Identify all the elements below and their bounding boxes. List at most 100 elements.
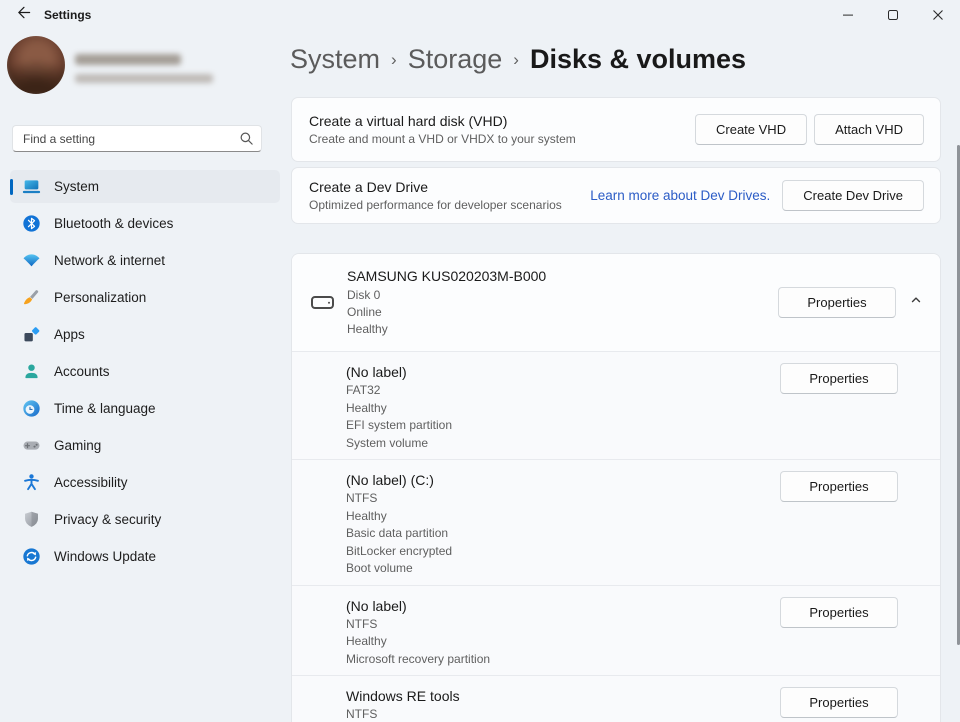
volume-detail-line: Healthy — [346, 400, 452, 418]
volume-name: (No label) (C:) — [346, 471, 452, 489]
bluetooth-icon — [22, 214, 41, 233]
volume-name: (No label) — [346, 597, 490, 615]
back-arrow-icon — [16, 5, 31, 25]
volume-detail-line: Healthy — [346, 508, 452, 526]
sidebar-item-system[interactable]: System — [10, 170, 280, 203]
volume-name: (No label) — [346, 363, 452, 381]
sidebar-nav: System Bluetooth & devices Network & int… — [0, 170, 290, 577]
sidebar-item-bluetooth-devices[interactable]: Bluetooth & devices — [10, 207, 280, 240]
accounts-icon — [22, 362, 41, 381]
privacy-icon — [22, 510, 41, 529]
volume-detail-line: NTFS — [346, 616, 490, 634]
vhd-card-subtitle: Create and mount a VHD or VHDX to your s… — [309, 132, 576, 146]
search-box — [12, 125, 262, 152]
disk-drive-icon — [311, 296, 334, 309]
sidebar-item-apps[interactable]: Apps — [10, 318, 280, 351]
sidebar-item-label: Time & language — [54, 401, 156, 416]
time-language-icon — [22, 399, 41, 418]
system-icon — [22, 177, 41, 196]
disk-name: SAMSUNG KUS020203M-B000 — [347, 268, 546, 284]
sidebar-item-label: System — [54, 179, 99, 194]
maximize-icon — [888, 10, 898, 20]
breadcrumb-separator: › — [502, 50, 530, 70]
sidebar-item-label: Accessibility — [54, 475, 128, 490]
create-vhd-button[interactable]: Create VHD — [695, 114, 807, 145]
profile-name-blurred — [75, 54, 181, 65]
breadcrumb: System›Storage›Disks & volumes — [290, 44, 746, 75]
search-input[interactable] — [12, 125, 262, 152]
disk-properties-button[interactable]: Properties — [778, 287, 896, 318]
volume-detail-line: Boot volume — [346, 560, 452, 578]
titlebar: Settings — [0, 0, 960, 30]
sidebar-item-privacy-security[interactable]: Privacy & security — [10, 503, 280, 536]
sidebar-item-accessibility[interactable]: Accessibility — [10, 466, 280, 499]
sidebar-item-label: Accounts — [54, 364, 110, 379]
disk-detail-line: Disk 0 — [347, 287, 546, 304]
breadcrumb-separator: › — [380, 50, 408, 70]
collapse-button[interactable] — [902, 289, 930, 317]
network-icon — [22, 251, 41, 270]
sidebar-item-label: Apps — [54, 327, 85, 342]
disk-header-row: SAMSUNG KUS020203M-B000 Disk 0OnlineHeal… — [292, 254, 940, 351]
sidebar-item-gaming[interactable]: Gaming — [10, 429, 280, 462]
chevron-up-icon — [909, 293, 923, 312]
dev-drive-card-title: Create a Dev Drive — [309, 179, 562, 195]
sidebar-item-network-internet[interactable]: Network & internet — [10, 244, 280, 277]
dev-drive-learn-more-link[interactable]: Learn more about Dev Drives. — [590, 188, 770, 203]
volume-details: NTFSHealthyBasic data partitionBitLocker… — [346, 490, 452, 578]
volume-row: Windows RE tools NTFSHealthy Properties — [292, 675, 940, 722]
sidebar-item-accounts[interactable]: Accounts — [10, 355, 280, 388]
personalization-icon — [22, 288, 41, 307]
disk-details: Disk 0OnlineHealthy — [347, 287, 546, 338]
sidebar: System Bluetooth & devices Network & int… — [0, 30, 290, 722]
volume-detail-line: Basic data partition — [346, 525, 452, 543]
sidebar-item-label: Personalization — [54, 290, 146, 305]
dev-drive-card-subtitle: Optimized performance for developer scen… — [309, 198, 562, 212]
app-title: Settings — [44, 8, 91, 22]
breadcrumb-storage[interactable]: Storage — [408, 44, 503, 75]
maximize-button[interactable] — [870, 0, 915, 30]
back-button[interactable] — [8, 3, 38, 27]
vhd-card-title: Create a virtual hard disk (VHD) — [309, 113, 576, 129]
create-dev-drive-button[interactable]: Create Dev Drive — [782, 180, 924, 211]
minimize-button[interactable] — [825, 0, 870, 30]
volume-detail-line: NTFS — [346, 490, 452, 508]
breadcrumb-system[interactable]: System — [290, 44, 380, 75]
gaming-icon — [22, 436, 41, 455]
volume-details: NTFSHealthyMicrosoft recovery partition — [346, 616, 490, 669]
volume-detail-line: BitLocker encrypted — [346, 543, 452, 561]
accessibility-icon — [22, 473, 41, 492]
volume-properties-button[interactable]: Properties — [780, 471, 898, 502]
sidebar-item-label: Gaming — [54, 438, 101, 453]
volume-detail-line: FAT32 — [346, 382, 452, 400]
page-title: Disks & volumes — [530, 44, 746, 75]
search-icon[interactable] — [239, 131, 254, 151]
volume-details: FAT32HealthyEFI system partitionSystem v… — [346, 382, 452, 452]
disk-detail-line: Online — [347, 304, 546, 321]
sidebar-item-windows-update[interactable]: Windows Update — [10, 540, 280, 573]
sidebar-item-label: Privacy & security — [54, 512, 161, 527]
sidebar-item-time-language[interactable]: Time & language — [10, 392, 280, 425]
volume-properties-button[interactable]: Properties — [780, 687, 898, 718]
profile-email-blurred — [75, 74, 213, 83]
volume-properties-button[interactable]: Properties — [780, 363, 898, 394]
vertical-scrollbar[interactable] — [957, 145, 960, 645]
dev-drive-card: Create a Dev Drive Optimized performance… — [291, 167, 941, 224]
volume-detail-line: Microsoft recovery partition — [346, 651, 490, 669]
sidebar-item-label: Bluetooth & devices — [54, 216, 173, 231]
attach-vhd-button[interactable]: Attach VHD — [814, 114, 924, 145]
sidebar-item-personalization[interactable]: Personalization — [10, 281, 280, 314]
close-button[interactable] — [915, 0, 960, 30]
disk-detail-line: Healthy — [347, 321, 546, 338]
sidebar-item-label: Network & internet — [54, 253, 165, 268]
volume-detail-line: EFI system partition — [346, 417, 452, 435]
profile-area[interactable] — [7, 36, 277, 98]
volume-row: (No label) NTFSHealthyMicrosoft recovery… — [292, 585, 940, 676]
volume-properties-button[interactable]: Properties — [780, 597, 898, 628]
avatar — [7, 36, 65, 94]
volume-name: Windows RE tools — [346, 687, 460, 705]
sidebar-item-label: Windows Update — [54, 549, 156, 564]
volume-details: NTFSHealthy — [346, 706, 460, 722]
volume-row: (No label) (C:) NTFSHealthyBasic data pa… — [292, 459, 940, 585]
volume-row: (No label) FAT32HealthyEFI system partit… — [292, 351, 940, 459]
